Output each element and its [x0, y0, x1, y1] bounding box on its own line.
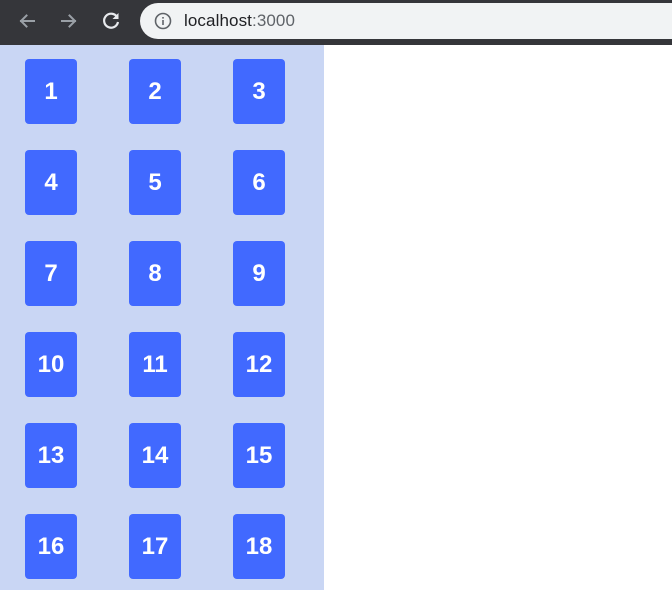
- grid-tile[interactable]: 1: [25, 59, 77, 124]
- grid-tile[interactable]: 13: [25, 423, 77, 488]
- grid-tile[interactable]: 7: [25, 241, 77, 306]
- grid-panel: 1 2 3 4 5 6 7 8 9 10 11 12 13 14 15 16 1…: [0, 45, 324, 590]
- grid-tile[interactable]: 4: [25, 150, 77, 215]
- url-port: :3000: [252, 11, 296, 30]
- grid-tile[interactable]: 3: [233, 59, 285, 124]
- reload-icon: [103, 12, 120, 29]
- arrow-left-icon: [19, 14, 35, 28]
- grid-tile[interactable]: 9: [233, 241, 285, 306]
- grid-tile[interactable]: 10: [25, 332, 77, 397]
- grid-tile[interactable]: 8: [129, 241, 181, 306]
- grid-tile[interactable]: 11: [129, 332, 181, 397]
- page-content: 1 2 3 4 5 6 7 8 9 10 11 12 13 14 15 16 1…: [0, 45, 672, 590]
- arrow-right-icon: [61, 14, 77, 28]
- grid-tile[interactable]: 5: [129, 150, 181, 215]
- grid-tile[interactable]: 2: [129, 59, 181, 124]
- grid-tile[interactable]: 16: [25, 514, 77, 579]
- url-text: localhost:3000: [184, 11, 295, 31]
- info-circle-icon[interactable]: [153, 11, 173, 31]
- reload-button[interactable]: [96, 6, 126, 36]
- browser-toolbar: localhost:3000: [0, 0, 672, 45]
- grid-tile[interactable]: 18: [233, 514, 285, 579]
- address-bar[interactable]: localhost:3000: [140, 3, 672, 39]
- url-host: localhost: [184, 11, 252, 30]
- number-grid: 1 2 3 4 5 6 7 8 9 10 11 12 13 14 15 16 1…: [25, 59, 285, 579]
- grid-tile[interactable]: 14: [129, 423, 181, 488]
- grid-tile[interactable]: 17: [129, 514, 181, 579]
- grid-tile[interactable]: 6: [233, 150, 285, 215]
- back-button[interactable]: [12, 6, 42, 36]
- grid-tile[interactable]: 12: [233, 332, 285, 397]
- forward-button[interactable]: [54, 6, 84, 36]
- grid-tile[interactable]: 15: [233, 423, 285, 488]
